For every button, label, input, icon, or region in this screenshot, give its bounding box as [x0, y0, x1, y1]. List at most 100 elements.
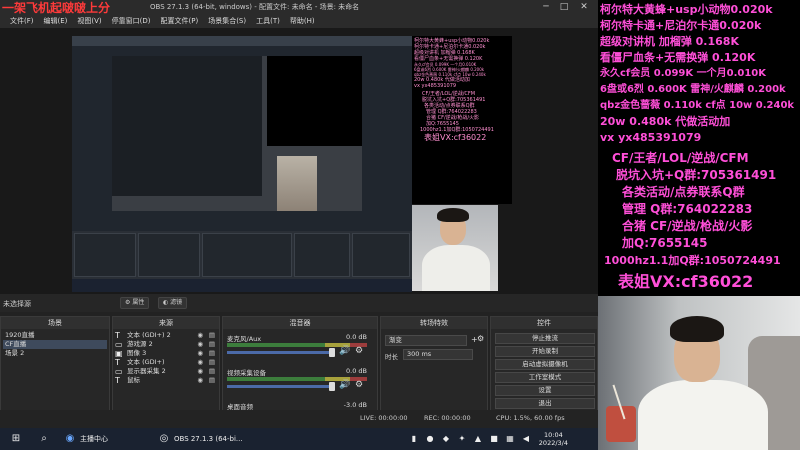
preview-overlay-panel: 柯尔特大黄蜂+usp小动物0.020k 柯尔特卡通+尼泊尔卡通0.020k 超级… — [412, 36, 512, 204]
maximize-button[interactable]: □ — [558, 1, 570, 13]
minimize-button[interactable]: ─ — [540, 1, 552, 13]
sources-dock: 来源 T 文本 (GDI+) 2 ◉ ▤ ▭ 游戏源 2 ◉ ▤ ▣ 图像 3 ◉ ▤ T 文本 (… — [112, 316, 220, 424]
status-bar: LIVE: 00:00:00 REC: 00:00:00 CPU: 1.5%, … — [0, 410, 598, 428]
eye-icon[interactable]: ◉ — [197, 349, 203, 358]
streamer-center-icon: ◉ — [65, 433, 75, 444]
eye-icon[interactable]: ◉ — [197, 376, 203, 385]
preview-overlay-footer: 表姐VX:cf36022 — [424, 133, 487, 142]
lock-icon[interactable]: ▤ — [209, 376, 215, 385]
scene-item[interactable]: 1920直播 — [3, 331, 107, 340]
sources-list: T 文本 (GDI+) 2 ◉ ▤ ▭ 游戏源 2 ◉ ▤ ▣ 图像 3 ◉ ▤ T 文本 (GDI… — [115, 331, 217, 385]
scene-item[interactable]: 场景 2 — [3, 349, 107, 358]
lock-icon[interactable]: ▤ — [209, 331, 215, 340]
menu-bar: 文件(F) 编辑(E) 视图(V) 停靠窗口(D) 配置文件(P) 场景集合(S… — [0, 14, 598, 28]
nested-dock-transitions — [294, 233, 350, 277]
scene-item-selected[interactable]: CF直播 — [3, 340, 107, 349]
nested-dock-controls — [352, 233, 410, 277]
filters-button[interactable]: ◐ 滤镜 — [158, 297, 188, 309]
volume-slider[interactable] — [227, 385, 335, 388]
channel-name: 麦克风/Aux — [227, 335, 262, 343]
scenes-dock: 场景 1920直播 CF直播 场景 2 + − ⌃ ⌄ — [0, 316, 110, 424]
rec-timer: REC: 00:00:00 — [424, 414, 471, 422]
search-icon[interactable]: ⌕ — [38, 433, 50, 445]
lock-icon[interactable]: ▤ — [209, 358, 215, 367]
preview-webcam — [412, 205, 498, 291]
source-name: 游戏源 2 — [127, 340, 153, 348]
duration-input[interactable]: 300 ms — [403, 349, 473, 360]
eye-icon[interactable]: ◉ — [197, 331, 203, 340]
taskbar-clock[interactable]: 10:04 2022/3/4 — [539, 431, 568, 447]
tray-icon[interactable]: ✦ — [456, 433, 468, 445]
studio-mode-button[interactable]: 工作室模式 — [495, 372, 595, 383]
gear-icon[interactable]: ⚙ — [355, 346, 363, 356]
network-icon[interactable]: ▦ — [504, 433, 516, 445]
lock-icon[interactable]: ▤ — [209, 367, 215, 376]
speaker-icon[interactable]: 🔊 — [339, 346, 350, 356]
exit-button[interactable]: 退出 — [495, 398, 595, 409]
source-item[interactable]: ▭ 游戏源 2 ◉ ▤ — [115, 340, 217, 349]
mixer-channel: 视频采集设备 0.0 dB 🔊 ⚙ — [227, 367, 373, 397]
gear-icon[interactable]: ⚙ — [477, 334, 484, 343]
virtual-camera-button[interactable]: 启动虚拟摄像机 — [495, 359, 595, 370]
gear-icon: ⚙ — [125, 299, 131, 306]
menu-view[interactable]: 视图(V) — [77, 16, 101, 26]
source-type-icon: T — [115, 331, 120, 340]
clock-time: 10:04 — [544, 431, 563, 439]
start-recording-button[interactable]: 开始录制 — [495, 346, 595, 357]
source-type-icon: ▭ — [115, 367, 123, 376]
volume-icon[interactable]: ◀ — [520, 433, 532, 445]
menu-tools[interactable]: 工具(T) — [256, 16, 280, 26]
channel-db: 0.0 dB — [346, 367, 367, 375]
properties-button[interactable]: ⚙ 属性 — [120, 297, 150, 309]
taskbar-app-streamer[interactable]: 主播中心 — [80, 428, 108, 450]
source-item[interactable]: T 文本 (GDI+) 2 ◉ ▤ — [115, 331, 217, 340]
source-item[interactable]: T 文本 (GDI+) ◉ ▤ — [115, 358, 217, 367]
webcam-person-hair — [670, 316, 724, 342]
volume-slider[interactable] — [227, 351, 335, 354]
volume-slider-handle[interactable] — [329, 382, 335, 391]
nested-inner-screen — [112, 56, 362, 211]
windows-start-icon[interactable]: ⊞ — [10, 433, 22, 445]
source-type-icon: ▭ — [115, 340, 123, 349]
eye-icon[interactable]: ◉ — [197, 358, 203, 367]
overlay-line: 6盘或6烈 0.600K 雷神/火麒麟 0.200k — [600, 84, 786, 95]
menu-docks[interactable]: 停靠窗口(D) — [112, 16, 151, 26]
overlay-line: 柯尔特卡通+尼泊尔卡通0.020k — [600, 19, 762, 32]
overlay-line: 管理 Q群:764022283 — [622, 202, 753, 216]
source-item[interactable]: T 鼠标 ◉ ▤ — [115, 376, 217, 385]
menu-edit[interactable]: 编辑(E) — [44, 16, 68, 26]
sources-title: 来源 — [113, 317, 219, 329]
gear-icon[interactable]: ⚙ — [355, 380, 363, 390]
menu-scene-collection[interactable]: 场景集合(S) — [208, 16, 246, 26]
preview-canvas[interactable] — [72, 36, 412, 292]
stop-streaming-button[interactable]: 停止推流 — [495, 333, 595, 344]
settings-button[interactable]: 设置 — [495, 385, 595, 396]
volume-slider-handle[interactable] — [329, 348, 335, 357]
taskbar-app-obs[interactable]: OBS 27.1.3 (64-bi... — [174, 428, 243, 450]
tray-icon[interactable]: ■ — [488, 433, 500, 445]
controls-title: 控件 — [491, 317, 597, 329]
tray-icon[interactable]: ▮ — [408, 433, 420, 445]
eye-icon[interactable]: ◉ — [197, 340, 203, 349]
source-item[interactable]: ▣ 图像 3 ◉ ▤ — [115, 349, 217, 358]
tray-icon[interactable]: ◆ — [440, 433, 452, 445]
window-title: OBS 27.1.3 (64-bit, windows) - 配置文件: 未命名… — [150, 3, 360, 11]
tray-icon[interactable]: ▲ — [472, 433, 484, 445]
menu-profile[interactable]: 配置文件(P) — [161, 16, 199, 26]
live-timer: LIVE: 00:00:00 — [360, 414, 408, 422]
source-item[interactable]: ▭ 显示器采集 2 ◉ ▤ — [115, 367, 217, 376]
menu-file[interactable]: 文件(F) — [10, 16, 34, 26]
overlay-line: 超级对讲机 加榴弹 0.168K — [600, 35, 739, 48]
transition-select[interactable]: 渐变 — [385, 335, 467, 346]
tray-icon[interactable]: ● — [424, 433, 436, 445]
menu-help[interactable]: 帮助(H) — [290, 16, 315, 26]
overlay-line: 合猪 CF/逆战/枪战/火影 — [622, 219, 753, 233]
lock-icon[interactable]: ▤ — [209, 340, 215, 349]
channel-db: 0.0 dB — [346, 333, 367, 341]
speaker-icon[interactable]: 🔊 — [339, 380, 350, 390]
nested-docks — [72, 231, 412, 279]
lock-icon[interactable]: ▤ — [209, 349, 215, 358]
close-button[interactable]: ✕ — [578, 1, 590, 13]
eye-icon[interactable]: ◉ — [197, 367, 203, 376]
nested-preview — [72, 46, 412, 231]
